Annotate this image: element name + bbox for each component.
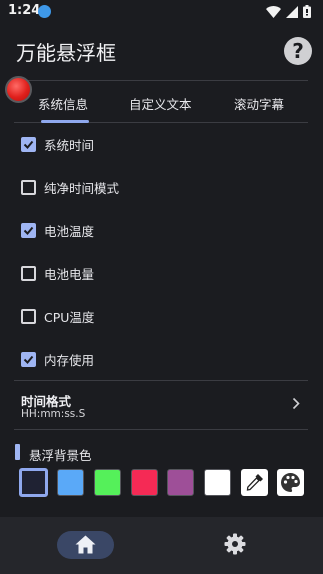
option-label: CPU温度 (44, 309, 95, 325)
color-swatch-white[interactable] (204, 469, 231, 496)
nav-home-button[interactable] (57, 531, 114, 559)
option-label: 系统时间 (44, 137, 95, 153)
gear-icon[interactable] (224, 533, 246, 555)
floating-record-button[interactable] (5, 76, 32, 103)
chevron-right-icon (292, 397, 300, 410)
bottom-navigation (0, 517, 323, 574)
status-icons (266, 5, 311, 18)
checkbox-battery-temperature[interactable] (21, 222, 36, 238)
color-swatch-purple[interactable] (167, 469, 194, 496)
option-memory-usage[interactable]: 内存使用 (21, 350, 94, 368)
checkbox-cpu-temperature[interactable] (21, 308, 36, 324)
option-system-time[interactable]: 系统时间 (21, 135, 94, 153)
color-swatch-dark[interactable] (19, 468, 48, 497)
color-swatch-red[interactable] (131, 469, 158, 496)
option-battery-level[interactable]: 电池电量 (21, 264, 94, 282)
app-notification-icon (38, 5, 51, 18)
battery-icon (303, 5, 311, 18)
option-pure-time-mode[interactable]: 纯净时间模式 (21, 178, 119, 196)
tab-bar: 系统信息 自定义文本 滚动字幕 (14, 80, 308, 123)
option-battery-temperature[interactable]: 电池温度 (21, 221, 94, 239)
time-format-row[interactable]: 时间格式 HH:mm:ss.S (14, 381, 308, 429)
divider (14, 429, 308, 430)
checkbox-pure-time-mode[interactable] (21, 179, 36, 195)
checkbox-system-time[interactable] (21, 136, 36, 152)
signal-icon (286, 5, 298, 18)
status-time: 1:24 (8, 3, 41, 18)
checkbox-battery-level[interactable] (21, 265, 36, 281)
color-swatch-blue[interactable] (57, 469, 84, 496)
tab-system-info[interactable]: 系统信息 (38, 94, 88, 113)
check-icon (23, 226, 34, 235)
eyedropper-icon (246, 474, 263, 491)
option-label: 纯净时间模式 (44, 180, 120, 196)
home-icon (75, 535, 96, 554)
eyedropper-button[interactable] (241, 469, 268, 496)
section-marker (15, 444, 20, 460)
option-label: 电池温度 (44, 223, 95, 239)
wifi-icon (266, 5, 281, 18)
status-bar: 1:24 (0, 0, 323, 24)
option-label: 内存使用 (44, 352, 95, 368)
check-icon (23, 140, 34, 149)
tab-indicator (41, 120, 89, 123)
time-format-value: HH:mm:ss.S (21, 408, 86, 420)
option-cpu-temperature[interactable]: CPU温度 (21, 307, 94, 325)
background-color-label: 悬浮背景色 (29, 448, 92, 463)
palette-button[interactable] (277, 469, 304, 496)
page-title: 万能悬浮框 (16, 41, 116, 65)
color-swatch-green[interactable] (94, 469, 121, 496)
checkbox-memory-usage[interactable] (21, 351, 36, 367)
check-icon (23, 355, 34, 364)
tab-scrolling-caption[interactable]: 滚动字幕 (234, 94, 284, 113)
help-button[interactable]: ? (284, 37, 312, 65)
tab-custom-text[interactable]: 自定义文本 (129, 94, 192, 113)
option-label: 电池电量 (44, 266, 95, 282)
palette-icon (281, 473, 301, 492)
